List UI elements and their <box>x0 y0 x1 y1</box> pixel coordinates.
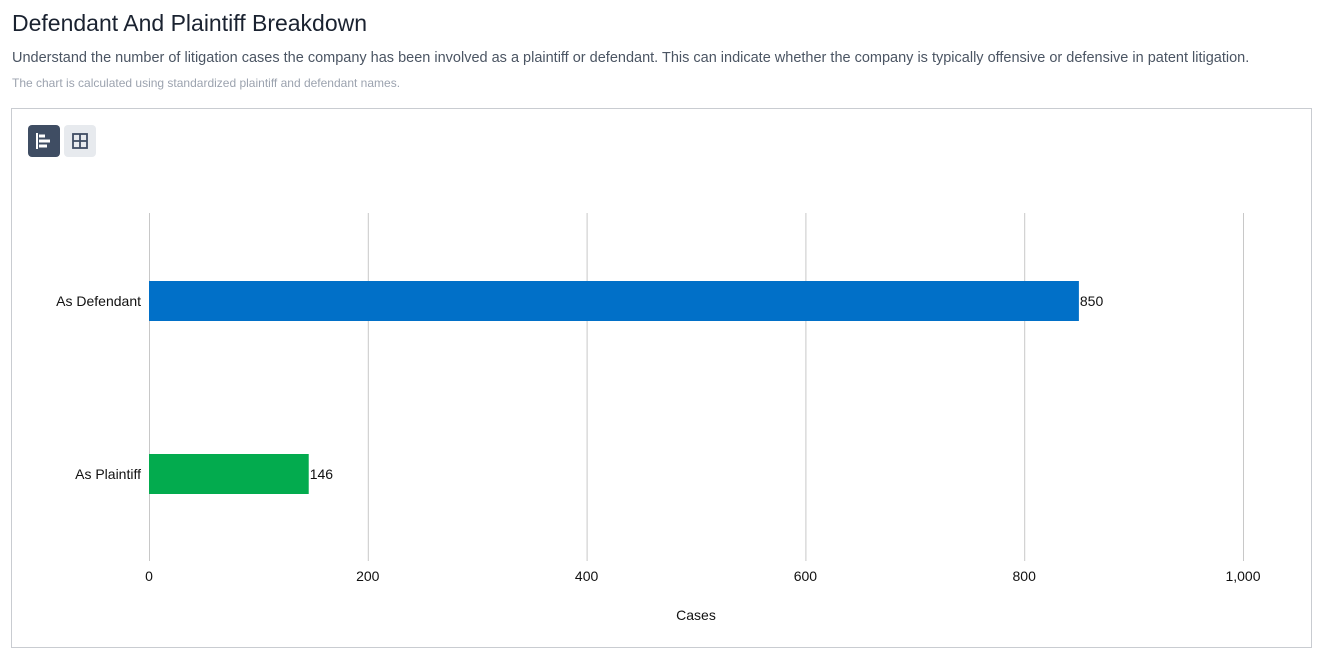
x-tick-label: 0 <box>145 568 153 584</box>
view-toggle <box>28 125 96 157</box>
category-label: As Defendant <box>56 293 141 309</box>
bar <box>149 281 1079 321</box>
category-label: As Plaintiff <box>75 466 141 482</box>
value-label: 146 <box>310 466 334 482</box>
page-title: Defendant And Plaintiff Breakdown <box>12 10 367 37</box>
x-tick-label: 400 <box>575 568 599 584</box>
table-view-button[interactable] <box>64 125 96 157</box>
x-tick-label: 200 <box>356 568 380 584</box>
value-label: 850 <box>1080 293 1104 309</box>
x-tick-label: 800 <box>1013 568 1037 584</box>
horizontal-bar-chart-icon <box>35 132 53 150</box>
bar <box>149 454 309 494</box>
calculation-note: The chart is calculated using standardiz… <box>12 76 400 90</box>
x-tick-label: 600 <box>794 568 818 584</box>
x-tick-label: 1,000 <box>1225 568 1260 584</box>
x-axis-title: Cases <box>676 607 716 623</box>
chart-view-button[interactable] <box>28 125 60 157</box>
bar-chart: 0 200 400 600 800 1,000 As Defendant 850 As Plai… <box>12 109 1311 647</box>
table-grid-icon <box>71 132 89 150</box>
chart-panel: 0 200 400 600 800 1,000 As Defendant 850 As Plai… <box>11 108 1312 648</box>
page-description: Understand the number of litigation case… <box>12 50 1249 66</box>
